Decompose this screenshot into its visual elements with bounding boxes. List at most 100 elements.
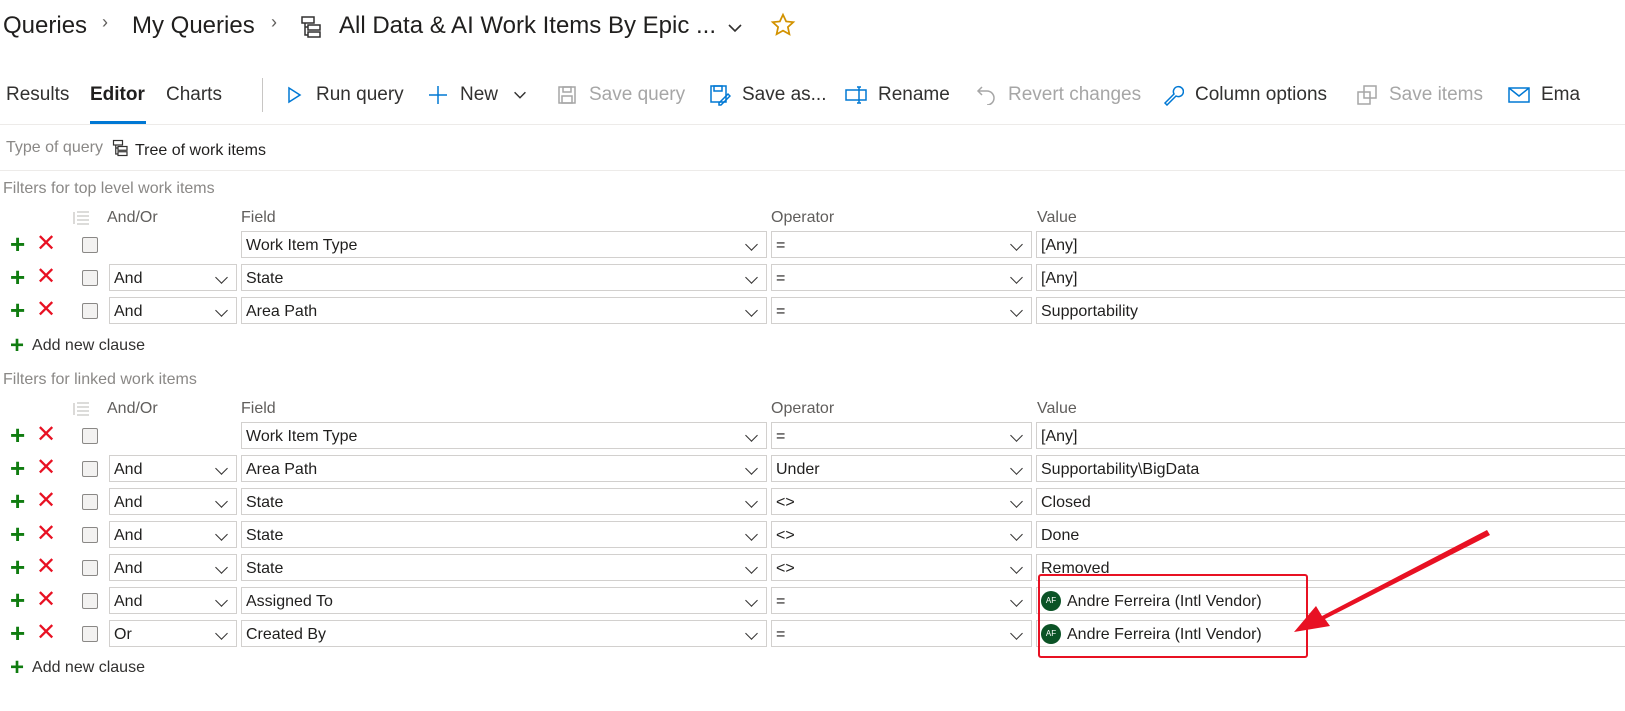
chevron-down-icon[interactable] [725,18,745,43]
run-query-button[interactable]: Run query [282,80,404,110]
remove-clause-icon[interactable]: ✕ [36,231,56,257]
field-select[interactable]: State [241,488,767,515]
new-label: New [460,84,499,105]
value-input[interactable]: Closed [1036,488,1625,515]
field-select[interactable]: Work Item Type [241,422,767,449]
andor-select[interactable]: And [109,554,237,581]
operator-header: Operator [771,209,835,226]
add-new-clause-button[interactable]: + Add new clause [10,654,145,682]
clause-checkbox[interactable] [82,626,98,642]
clause-checkbox[interactable] [82,593,98,609]
favorite-star-icon[interactable] [770,12,796,43]
save-items-button[interactable]: Save items [1355,80,1483,110]
group-clauses-icon[interactable] [72,210,90,231]
value-input[interactable]: Supportability\BigData [1036,455,1625,482]
add-clause-icon[interactable]: + [10,455,25,481]
add-clause-icon[interactable]: + [10,521,25,547]
field-select[interactable]: Area Path [241,455,767,482]
clause-row: + ✕ And Area Path = Supportability [0,297,1625,327]
save-query-label: Save query [589,84,686,105]
clause-checkbox[interactable] [82,494,98,510]
field-select[interactable]: State [241,521,767,548]
add-clause-icon[interactable]: + [10,554,25,580]
field-select[interactable]: Work Item Type [241,231,767,258]
field-select[interactable]: Created By [241,620,767,647]
breadcrumb-my-queries[interactable]: My Queries [132,8,255,44]
field-header: Field [241,209,276,226]
value-header: Value [1037,209,1077,226]
clause-checkbox[interactable] [82,303,98,319]
clause-row: + ✕ And State = [Any] [0,264,1625,294]
add-clause-icon[interactable]: + [10,297,25,323]
operator-select[interactable]: <> [771,488,1032,515]
andor-select[interactable]: And [109,455,237,482]
remove-clause-icon[interactable]: ✕ [36,264,56,290]
query-type-selector[interactable]: Tree of work items [112,139,266,162]
clause-row: + ✕ Work Item Type = [Any] [0,422,1625,452]
play-icon [282,83,306,107]
remove-clause-icon[interactable]: ✕ [36,521,56,547]
email-button[interactable]: Ema [1507,80,1580,110]
andor-select[interactable]: And [109,587,237,614]
clause-checkbox[interactable] [82,527,98,543]
revert-changes-button[interactable]: Revert changes [974,80,1141,110]
field-select[interactable]: Area Path [241,297,767,324]
operator-select[interactable]: = [771,297,1032,324]
tree-query-icon [112,139,130,162]
andor-select[interactable]: And [109,264,237,291]
toolbar-divider [262,78,263,112]
operator-select[interactable]: = [771,264,1032,291]
operator-select[interactable]: = [771,422,1032,449]
remove-clause-icon[interactable]: ✕ [36,554,56,580]
andor-select[interactable]: And [109,297,237,324]
clause-checkbox[interactable] [82,461,98,477]
tab-editor[interactable]: Editor [90,80,145,110]
field-select[interactable]: State [241,554,767,581]
operator-select[interactable]: = [771,231,1032,258]
value-input[interactable]: Supportability [1036,297,1625,324]
add-clause-icon[interactable]: + [10,587,25,613]
add-clause-icon[interactable]: + [10,422,25,448]
clause-checkbox[interactable] [82,428,98,444]
toolbar-separator [0,124,1625,125]
tab-results[interactable]: Results [6,80,69,110]
andor-header: And/Or [107,400,158,417]
remove-clause-icon[interactable]: ✕ [36,297,56,323]
add-clause-icon[interactable]: + [10,231,25,257]
operator-select[interactable]: Under [771,455,1032,482]
breadcrumb-queries[interactable]: Queries [3,8,87,44]
tab-charts[interactable]: Charts [166,80,222,110]
andor-select[interactable]: And [109,521,237,548]
operator-select[interactable]: <> [771,521,1032,548]
chevron-down-icon [508,83,532,107]
add-clause-icon[interactable]: + [10,264,25,290]
clause-checkbox[interactable] [82,237,98,253]
remove-clause-icon[interactable]: ✕ [36,422,56,448]
new-button[interactable]: New [426,80,532,110]
save-query-button[interactable]: Save query [555,80,685,110]
save-as-button[interactable]: Save as... [708,80,827,110]
value-input[interactable]: [Any] [1036,264,1625,291]
field-select[interactable]: Assigned To [241,587,767,614]
clause-checkbox[interactable] [82,560,98,576]
rename-button[interactable]: Rename [844,80,950,110]
remove-clause-icon[interactable]: ✕ [36,587,56,613]
remove-clause-icon[interactable]: ✕ [36,488,56,514]
clause-checkbox[interactable] [82,270,98,286]
add-new-clause-button[interactable]: + Add new clause [10,332,145,360]
field-select[interactable]: State [241,264,767,291]
add-clause-icon[interactable]: + [10,488,25,514]
andor-select[interactable]: And [109,488,237,515]
add-clause-icon[interactable]: + [10,620,25,646]
remove-clause-icon[interactable]: ✕ [36,455,56,481]
value-input[interactable]: [Any] [1036,231,1625,258]
column-options-button[interactable]: Column options [1161,80,1327,110]
value-input[interactable]: [Any] [1036,422,1625,449]
andor-select[interactable]: Or [109,620,237,647]
operator-select[interactable]: = [771,587,1032,614]
remove-clause-icon[interactable]: ✕ [36,620,56,646]
operator-select[interactable]: = [771,620,1032,647]
operator-select[interactable]: <> [771,554,1032,581]
group-clauses-icon[interactable] [72,401,90,422]
save-as-icon [708,83,732,107]
